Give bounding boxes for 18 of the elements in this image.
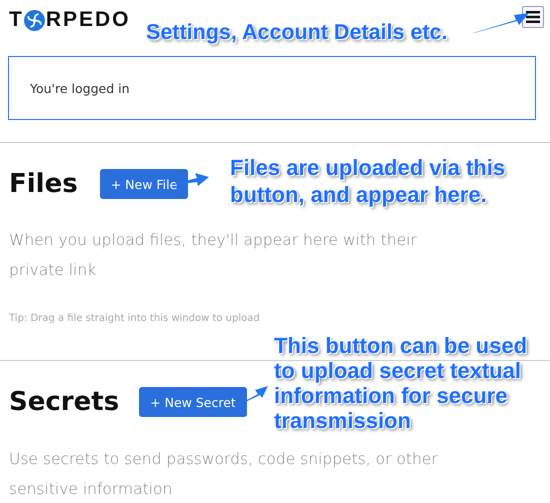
section-title: Secrets bbox=[9, 387, 120, 417]
description-text: Use secrets to send passwords, code snippets, or other sensitive information bbox=[9, 449, 439, 500]
tip-text: Tip: Drag a file straight into this window to upload bbox=[9, 313, 261, 324]
new-button[interactable]: + New File bbox=[100, 169, 188, 199]
logo-text: T bbox=[9, 8, 24, 32]
arrow bbox=[234, 385, 269, 408]
description-text: When you upload files, they'll appear here with their private link bbox=[9, 230, 418, 281]
new-button[interactable]: + New Secret bbox=[139, 387, 247, 417]
section-title: Files bbox=[9, 169, 78, 199]
status-text: You're logged in bbox=[30, 80, 130, 96]
logo-text: RPEDO bbox=[46, 8, 131, 32]
logo-icon bbox=[24, 10, 45, 30]
menu-button[interactable] bbox=[522, 6, 544, 28]
menu-icon bbox=[526, 11, 540, 23]
callout-text: This button can be used to upload secret textual information for secure transmission bbox=[274, 333, 528, 433]
arrow bbox=[472, 12, 530, 34]
callout-text: Files are uploaded via this button, and appear here. bbox=[230, 154, 506, 208]
callout-text: Settings, Account Details etc. bbox=[146, 19, 448, 46]
